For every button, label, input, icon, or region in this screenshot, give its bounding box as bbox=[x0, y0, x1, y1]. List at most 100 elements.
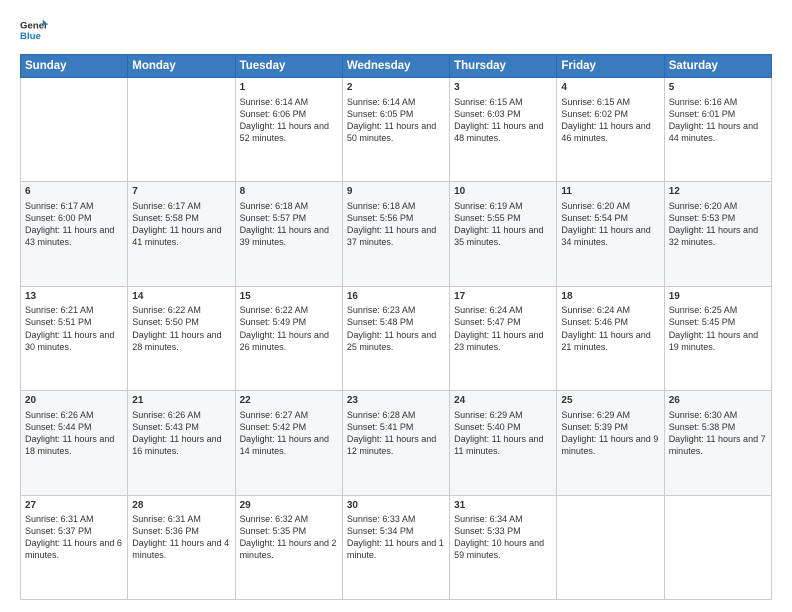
day-info: Sunrise: 6:15 AM Sunset: 6:03 PM Dayligh… bbox=[454, 96, 552, 145]
day-number: 10 bbox=[454, 185, 552, 199]
calendar-cell bbox=[664, 495, 771, 599]
calendar-cell: 9Sunrise: 6:18 AM Sunset: 5:56 PM Daylig… bbox=[342, 182, 449, 286]
calendar-cell: 15Sunrise: 6:22 AM Sunset: 5:49 PM Dayli… bbox=[235, 286, 342, 390]
calendar-cell: 17Sunrise: 6:24 AM Sunset: 5:47 PM Dayli… bbox=[450, 286, 557, 390]
day-info: Sunrise: 6:27 AM Sunset: 5:42 PM Dayligh… bbox=[240, 409, 338, 458]
calendar-cell: 13Sunrise: 6:21 AM Sunset: 5:51 PM Dayli… bbox=[21, 286, 128, 390]
day-info: Sunrise: 6:17 AM Sunset: 6:00 PM Dayligh… bbox=[25, 200, 123, 249]
day-number: 24 bbox=[454, 394, 552, 408]
calendar-cell: 23Sunrise: 6:28 AM Sunset: 5:41 PM Dayli… bbox=[342, 391, 449, 495]
calendar-cell: 30Sunrise: 6:33 AM Sunset: 5:34 PM Dayli… bbox=[342, 495, 449, 599]
day-info: Sunrise: 6:26 AM Sunset: 5:44 PM Dayligh… bbox=[25, 409, 123, 458]
calendar-cell: 4Sunrise: 6:15 AM Sunset: 6:02 PM Daylig… bbox=[557, 78, 664, 182]
weekday-header-tuesday: Tuesday bbox=[235, 55, 342, 78]
day-number: 2 bbox=[347, 81, 445, 95]
day-number: 9 bbox=[347, 185, 445, 199]
weekday-header-row: SundayMondayTuesdayWednesdayThursdayFrid… bbox=[21, 55, 772, 78]
calendar-cell: 28Sunrise: 6:31 AM Sunset: 5:36 PM Dayli… bbox=[128, 495, 235, 599]
calendar-cell: 19Sunrise: 6:25 AM Sunset: 5:45 PM Dayli… bbox=[664, 286, 771, 390]
calendar-table: SundayMondayTuesdayWednesdayThursdayFrid… bbox=[20, 54, 772, 600]
day-info: Sunrise: 6:32 AM Sunset: 5:35 PM Dayligh… bbox=[240, 513, 338, 562]
calendar-cell: 27Sunrise: 6:31 AM Sunset: 5:37 PM Dayli… bbox=[21, 495, 128, 599]
day-info: Sunrise: 6:17 AM Sunset: 5:58 PM Dayligh… bbox=[132, 200, 230, 249]
day-number: 17 bbox=[454, 290, 552, 304]
calendar-cell bbox=[557, 495, 664, 599]
calendar-week-row: 13Sunrise: 6:21 AM Sunset: 5:51 PM Dayli… bbox=[21, 286, 772, 390]
calendar-cell: 22Sunrise: 6:27 AM Sunset: 5:42 PM Dayli… bbox=[235, 391, 342, 495]
day-info: Sunrise: 6:29 AM Sunset: 5:39 PM Dayligh… bbox=[561, 409, 659, 458]
calendar-cell: 26Sunrise: 6:30 AM Sunset: 5:38 PM Dayli… bbox=[664, 391, 771, 495]
day-number: 28 bbox=[132, 499, 230, 513]
day-number: 26 bbox=[669, 394, 767, 408]
day-info: Sunrise: 6:18 AM Sunset: 5:57 PM Dayligh… bbox=[240, 200, 338, 249]
calendar-week-row: 20Sunrise: 6:26 AM Sunset: 5:44 PM Dayli… bbox=[21, 391, 772, 495]
calendar-cell bbox=[128, 78, 235, 182]
day-number: 19 bbox=[669, 290, 767, 304]
day-info: Sunrise: 6:23 AM Sunset: 5:48 PM Dayligh… bbox=[347, 304, 445, 353]
weekday-header-monday: Monday bbox=[128, 55, 235, 78]
page: General Blue SundayMondayTuesdayWednesda… bbox=[0, 0, 792, 612]
calendar-cell: 10Sunrise: 6:19 AM Sunset: 5:55 PM Dayli… bbox=[450, 182, 557, 286]
day-info: Sunrise: 6:24 AM Sunset: 5:46 PM Dayligh… bbox=[561, 304, 659, 353]
day-number: 22 bbox=[240, 394, 338, 408]
day-number: 4 bbox=[561, 81, 659, 95]
calendar-cell: 20Sunrise: 6:26 AM Sunset: 5:44 PM Dayli… bbox=[21, 391, 128, 495]
calendar-week-row: 27Sunrise: 6:31 AM Sunset: 5:37 PM Dayli… bbox=[21, 495, 772, 599]
day-number: 21 bbox=[132, 394, 230, 408]
header: General Blue bbox=[20, 16, 772, 44]
day-info: Sunrise: 6:30 AM Sunset: 5:38 PM Dayligh… bbox=[669, 409, 767, 458]
weekday-header-sunday: Sunday bbox=[21, 55, 128, 78]
day-number: 29 bbox=[240, 499, 338, 513]
day-number: 15 bbox=[240, 290, 338, 304]
day-number: 13 bbox=[25, 290, 123, 304]
day-info: Sunrise: 6:33 AM Sunset: 5:34 PM Dayligh… bbox=[347, 513, 445, 562]
day-info: Sunrise: 6:21 AM Sunset: 5:51 PM Dayligh… bbox=[25, 304, 123, 353]
calendar-cell: 3Sunrise: 6:15 AM Sunset: 6:03 PM Daylig… bbox=[450, 78, 557, 182]
logo-icon: General Blue bbox=[20, 16, 48, 44]
weekday-header-friday: Friday bbox=[557, 55, 664, 78]
day-info: Sunrise: 6:25 AM Sunset: 5:45 PM Dayligh… bbox=[669, 304, 767, 353]
calendar-cell bbox=[21, 78, 128, 182]
day-number: 14 bbox=[132, 290, 230, 304]
day-info: Sunrise: 6:31 AM Sunset: 5:37 PM Dayligh… bbox=[25, 513, 123, 562]
day-number: 5 bbox=[669, 81, 767, 95]
day-number: 1 bbox=[240, 81, 338, 95]
day-number: 31 bbox=[454, 499, 552, 513]
day-info: Sunrise: 6:26 AM Sunset: 5:43 PM Dayligh… bbox=[132, 409, 230, 458]
day-number: 23 bbox=[347, 394, 445, 408]
calendar-cell: 21Sunrise: 6:26 AM Sunset: 5:43 PM Dayli… bbox=[128, 391, 235, 495]
day-number: 16 bbox=[347, 290, 445, 304]
day-number: 20 bbox=[25, 394, 123, 408]
day-info: Sunrise: 6:15 AM Sunset: 6:02 PM Dayligh… bbox=[561, 96, 659, 145]
day-info: Sunrise: 6:22 AM Sunset: 5:50 PM Dayligh… bbox=[132, 304, 230, 353]
day-info: Sunrise: 6:28 AM Sunset: 5:41 PM Dayligh… bbox=[347, 409, 445, 458]
calendar-cell: 29Sunrise: 6:32 AM Sunset: 5:35 PM Dayli… bbox=[235, 495, 342, 599]
calendar-cell: 2Sunrise: 6:14 AM Sunset: 6:05 PM Daylig… bbox=[342, 78, 449, 182]
calendar-cell: 18Sunrise: 6:24 AM Sunset: 5:46 PM Dayli… bbox=[557, 286, 664, 390]
calendar-cell: 11Sunrise: 6:20 AM Sunset: 5:54 PM Dayli… bbox=[557, 182, 664, 286]
day-number: 12 bbox=[669, 185, 767, 199]
day-info: Sunrise: 6:18 AM Sunset: 5:56 PM Dayligh… bbox=[347, 200, 445, 249]
calendar-cell: 25Sunrise: 6:29 AM Sunset: 5:39 PM Dayli… bbox=[557, 391, 664, 495]
day-info: Sunrise: 6:29 AM Sunset: 5:40 PM Dayligh… bbox=[454, 409, 552, 458]
day-info: Sunrise: 6:31 AM Sunset: 5:36 PM Dayligh… bbox=[132, 513, 230, 562]
day-number: 27 bbox=[25, 499, 123, 513]
calendar-week-row: 6Sunrise: 6:17 AM Sunset: 6:00 PM Daylig… bbox=[21, 182, 772, 286]
weekday-header-saturday: Saturday bbox=[664, 55, 771, 78]
calendar-cell: 31Sunrise: 6:34 AM Sunset: 5:33 PM Dayli… bbox=[450, 495, 557, 599]
calendar-cell: 1Sunrise: 6:14 AM Sunset: 6:06 PM Daylig… bbox=[235, 78, 342, 182]
day-info: Sunrise: 6:34 AM Sunset: 5:33 PM Dayligh… bbox=[454, 513, 552, 562]
day-info: Sunrise: 6:24 AM Sunset: 5:47 PM Dayligh… bbox=[454, 304, 552, 353]
calendar-cell: 6Sunrise: 6:17 AM Sunset: 6:00 PM Daylig… bbox=[21, 182, 128, 286]
calendar-cell: 7Sunrise: 6:17 AM Sunset: 5:58 PM Daylig… bbox=[128, 182, 235, 286]
calendar-cell: 8Sunrise: 6:18 AM Sunset: 5:57 PM Daylig… bbox=[235, 182, 342, 286]
day-info: Sunrise: 6:14 AM Sunset: 6:05 PM Dayligh… bbox=[347, 96, 445, 145]
calendar-cell: 16Sunrise: 6:23 AM Sunset: 5:48 PM Dayli… bbox=[342, 286, 449, 390]
logo: General Blue bbox=[20, 16, 48, 44]
calendar-week-row: 1Sunrise: 6:14 AM Sunset: 6:06 PM Daylig… bbox=[21, 78, 772, 182]
day-number: 30 bbox=[347, 499, 445, 513]
day-info: Sunrise: 6:20 AM Sunset: 5:54 PM Dayligh… bbox=[561, 200, 659, 249]
weekday-header-wednesday: Wednesday bbox=[342, 55, 449, 78]
calendar-cell: 24Sunrise: 6:29 AM Sunset: 5:40 PM Dayli… bbox=[450, 391, 557, 495]
calendar-cell: 14Sunrise: 6:22 AM Sunset: 5:50 PM Dayli… bbox=[128, 286, 235, 390]
